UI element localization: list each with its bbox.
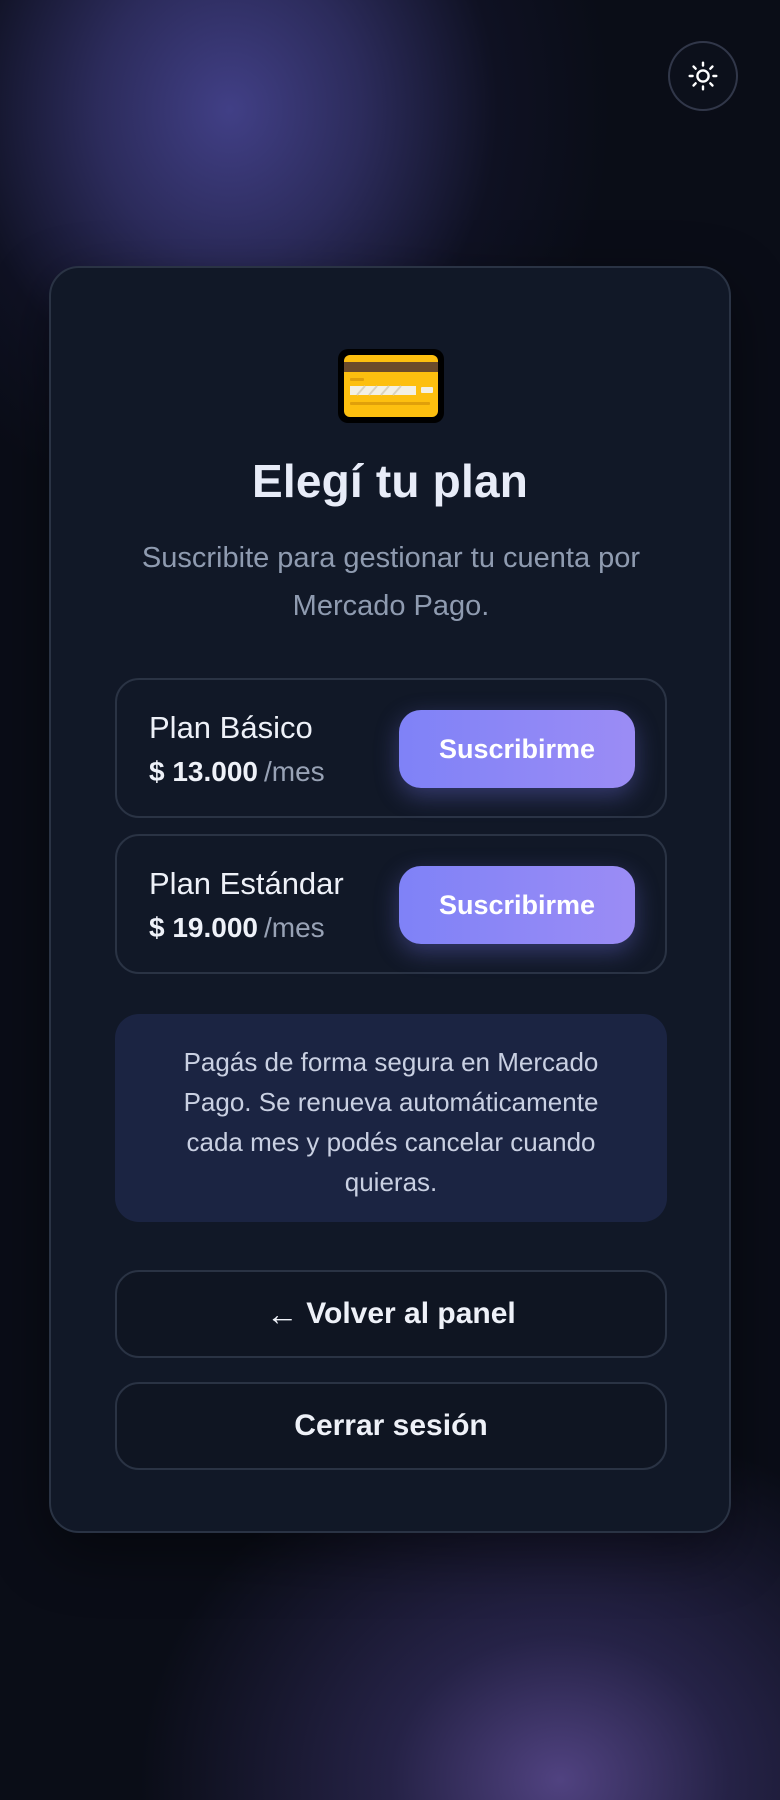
theme-toggle-button[interactable] <box>668 41 738 111</box>
plan-price-amount: $ 19.000 <box>149 912 258 943</box>
page-title: Elegí tu plan <box>251 455 529 507</box>
sun-icon <box>688 61 718 91</box>
plan-option-basico: Plan Básico $ 13.000/mes Suscribirme <box>115 678 667 818</box>
back-button-label: Volver al panel <box>306 1297 516 1330</box>
plan-price-amount: $ 13.000 <box>149 756 258 787</box>
back-to-panel-button[interactable]: ← Volver al panel <box>115 1270 667 1358</box>
plan-name: Plan Estándar <box>149 866 344 901</box>
logout-button[interactable]: Cerrar sesión <box>115 1382 667 1470</box>
plan-price: $ 19.000/mes <box>149 912 325 944</box>
plan-name: Plan Básico <box>149 710 313 745</box>
plan-card: Elegí tu plan Suscribite para gestionar … <box>49 266 731 1533</box>
plan-option-estandar: Plan Estándar $ 19.000/mes Suscribirme <box>115 834 667 974</box>
plan-price: $ 13.000/mes <box>149 756 325 788</box>
plan-price-period: /mes <box>264 912 325 943</box>
subscribe-estandar-button[interactable]: Suscribirme <box>399 866 635 944</box>
logout-button-label: Cerrar sesión <box>294 1409 488 1442</box>
page-subtitle: Suscribite para gestionar tu cuenta por … <box>141 542 641 622</box>
arrow-left-icon: ← <box>266 1295 299 1332</box>
plan-price-period: /mes <box>264 756 325 787</box>
subscribe-basico-button[interactable]: Suscribirme <box>399 710 635 788</box>
payment-info-note: Pagás de forma segura en Mercado Pago. S… <box>115 1014 667 1222</box>
credit-card-icon <box>338 349 444 423</box>
